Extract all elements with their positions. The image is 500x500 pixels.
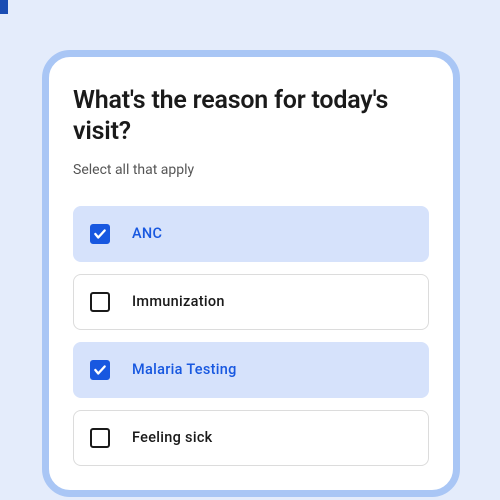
form-subheading: Select all that apply [73, 162, 429, 178]
option-label: Immunization [132, 293, 225, 310]
checkbox-checked-icon [90, 224, 110, 244]
option-label: ANC [132, 225, 162, 242]
form-heading: What's the reason for today's visit? [73, 85, 429, 148]
option-feeling-sick[interactable]: Feeling sick [73, 410, 429, 466]
checkbox-unchecked-icon [90, 428, 110, 448]
option-malaria-testing[interactable]: Malaria Testing [73, 342, 429, 398]
top-edge-marker [0, 0, 8, 14]
option-anc[interactable]: ANC [73, 206, 429, 262]
checkbox-unchecked-icon [90, 292, 110, 312]
visit-reason-card: What's the reason for today's visit? Sel… [42, 50, 460, 497]
option-immunization[interactable]: Immunization [73, 274, 429, 330]
checkbox-checked-icon [90, 360, 110, 380]
option-label: Malaria Testing [132, 361, 237, 378]
options-list: ANC Immunization Malaria Testing Feeling… [73, 206, 429, 466]
option-label: Feeling sick [132, 429, 213, 446]
